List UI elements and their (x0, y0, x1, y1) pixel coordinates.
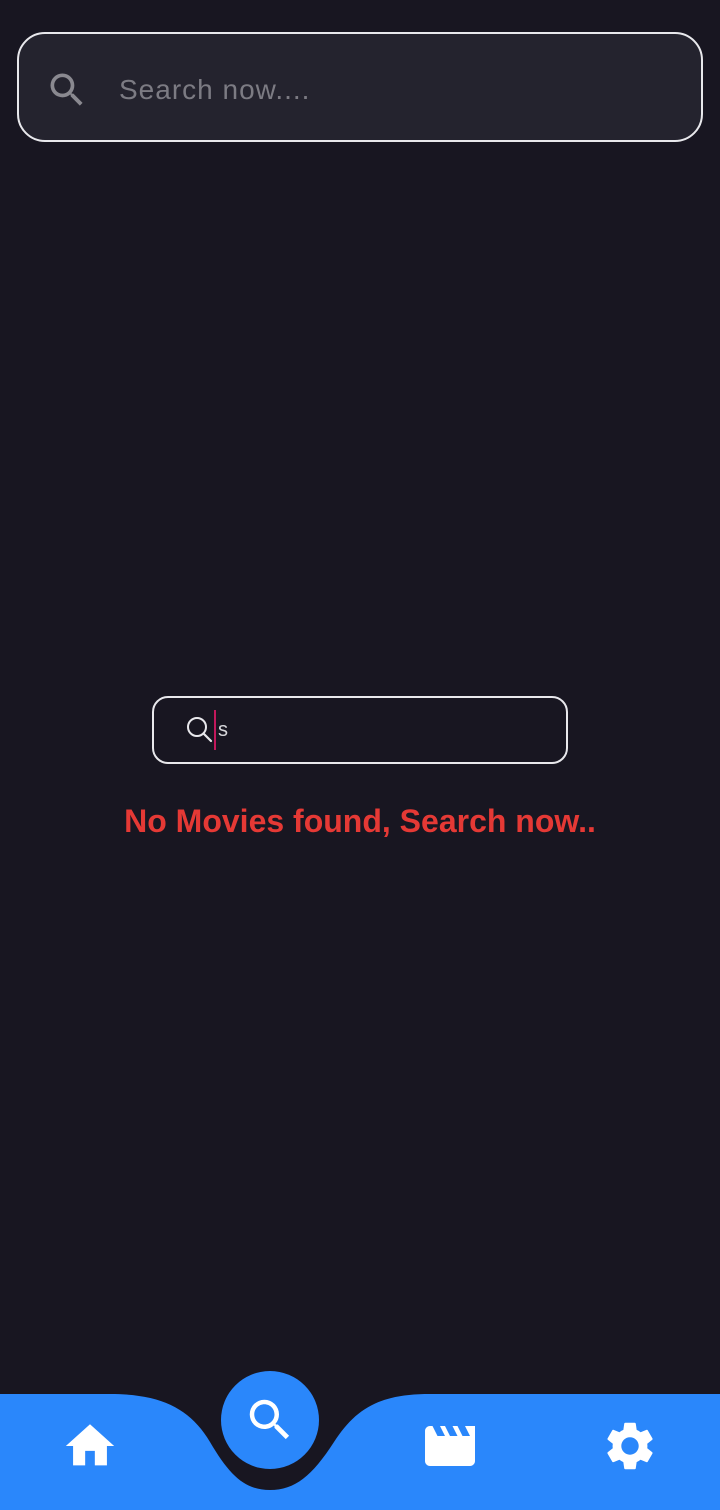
search-input[interactable] (119, 62, 679, 118)
nav-movies-button[interactable] (410, 1406, 490, 1486)
clapperboard-icon (425, 1426, 475, 1466)
search-icon (50, 73, 83, 106)
text-cursor (214, 710, 216, 750)
search-icon (249, 1399, 290, 1440)
search-bar[interactable] (17, 32, 703, 142)
home-icon (65, 1424, 115, 1466)
gear-icon (607, 1422, 653, 1470)
bottom-navigation (0, 1360, 720, 1510)
nav-settings-button[interactable] (590, 1406, 670, 1486)
empty-state-message: No Movies found, Search now.. (124, 803, 596, 839)
illustration-typed-text: s (218, 719, 228, 741)
nav-search-button[interactable] (221, 1371, 319, 1469)
search-icon (187, 717, 213, 743)
empty-state-illustration: s (152, 696, 568, 764)
nav-home-button[interactable] (50, 1406, 130, 1486)
